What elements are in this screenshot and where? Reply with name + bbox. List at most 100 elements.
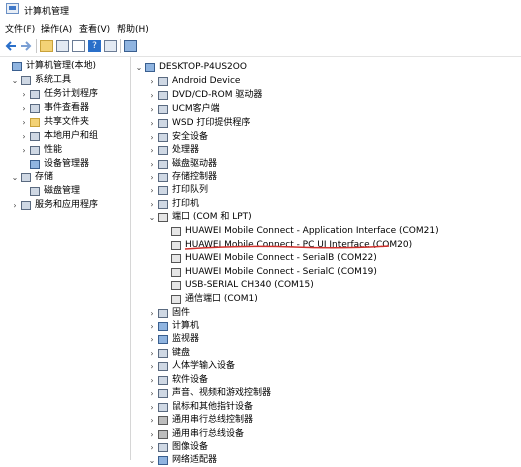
tree-item-label: 处理器 xyxy=(172,145,200,155)
expand-chevron-icon[interactable]: › xyxy=(11,199,19,212)
tree-item-label: 通用串行总线控制器 xyxy=(172,415,254,425)
properties-icon[interactable] xyxy=(72,40,85,52)
show-hide-console-tree-icon[interactable] xyxy=(56,40,69,52)
tools-icon xyxy=(21,76,31,85)
tree-item-label: 通信端口 (COM1) xyxy=(185,294,258,304)
menu-view[interactable]: 查看(V) xyxy=(79,22,110,35)
expand-chevron-icon[interactable]: › xyxy=(148,184,156,197)
device-manager-icon xyxy=(30,160,40,169)
collapse-chevron-icon[interactable]: ⌄ xyxy=(135,61,143,74)
back-arrow-icon[interactable] xyxy=(4,40,17,52)
menu-file[interactable]: 文件(F) xyxy=(5,22,35,35)
up-folder-icon[interactable] xyxy=(40,40,53,52)
expand-chevron-icon[interactable]: › xyxy=(148,89,156,102)
expand-chevron-icon[interactable]: › xyxy=(148,131,156,144)
tree-item-label: 图像设备 xyxy=(172,442,209,452)
expand-chevron-icon[interactable]: › xyxy=(20,116,28,129)
tree-item-label: 任务计划程序 xyxy=(44,89,99,99)
users-icon xyxy=(30,132,40,141)
tree-item-label: 监视器 xyxy=(172,334,200,344)
computer-management-icon xyxy=(6,3,19,14)
forward-arrow-icon[interactable] xyxy=(20,40,33,52)
window-title: 计算机管理 xyxy=(24,7,70,17)
collapse-chevron-icon[interactable]: ⌄ xyxy=(11,74,19,87)
mouse-icon xyxy=(158,403,168,412)
tree-item-label: 存储控制器 xyxy=(172,172,218,182)
collapse-chevron-icon[interactable]: ⌄ xyxy=(148,454,156,467)
tree-item-label: 人体学输入设备 xyxy=(172,361,236,371)
event-viewer-icon xyxy=(30,104,40,113)
collapse-chevron-icon[interactable]: ⌄ xyxy=(11,171,19,184)
tree-item-label: 计算机 xyxy=(172,321,200,331)
expand-chevron-icon[interactable]: › xyxy=(148,428,156,441)
scan-hardware-monitor-icon[interactable] xyxy=(124,40,137,52)
tree-item-label: DESKTOP-P4US2OO xyxy=(159,62,247,72)
firmware-icon xyxy=(158,309,168,318)
expand-chevron-icon[interactable]: › xyxy=(148,307,156,320)
tree-item-label: 事件查看器 xyxy=(44,103,90,113)
storage-icon xyxy=(21,173,31,182)
tree-item-label: 打印机 xyxy=(172,199,200,209)
port-connector-icon xyxy=(171,295,181,304)
performance-icon xyxy=(30,146,40,155)
expand-chevron-icon[interactable]: › xyxy=(148,103,156,116)
disk-icon xyxy=(30,187,40,196)
expand-chevron-icon[interactable]: › xyxy=(148,401,156,414)
menu-help[interactable]: 帮助(H) xyxy=(117,22,149,35)
expand-chevron-icon[interactable]: › xyxy=(148,171,156,184)
help-icon[interactable]: ? xyxy=(88,40,101,52)
console-tree: 计算机管理(本地) ⌄ 系统工具 › 任务计划程序 › 事件查看器 › 共享文件夹 › 本地用户和组… xyxy=(0,57,131,460)
expand-chevron-icon[interactable]: › xyxy=(20,88,28,101)
port-icon xyxy=(158,213,168,222)
tree-item-label: 固件 xyxy=(172,308,191,318)
processor-icon xyxy=(158,146,168,155)
expand-chevron-icon[interactable]: › xyxy=(148,347,156,360)
port-connector-icon xyxy=(171,241,181,250)
red-underline-annotation xyxy=(184,245,390,250)
computer-icon xyxy=(158,322,168,331)
tree-item-label: HUAWEI Mobile Connect - SerialC (COM19) xyxy=(185,267,377,277)
camera-icon xyxy=(158,443,168,452)
tree-item-label: 设备管理器 xyxy=(44,159,90,169)
expand-chevron-icon[interactable]: › xyxy=(148,198,156,211)
expand-chevron-icon[interactable]: › xyxy=(148,158,156,171)
tree-item-label: 服务和应用程序 xyxy=(35,200,99,210)
tree-item-label: 通用串行总线设备 xyxy=(172,429,245,439)
menu-bar: 文件(F) 操作(A) 查看(V) 帮助(H) xyxy=(0,19,521,36)
expand-chevron-icon[interactable]: › xyxy=(148,387,156,400)
tree-item-label: 软件设备 xyxy=(172,375,209,385)
dvd-drive-icon xyxy=(158,91,168,100)
computer-icon xyxy=(145,63,155,72)
clock-icon xyxy=(30,90,40,99)
expand-chevron-icon[interactable]: › xyxy=(148,360,156,373)
tree-item-label: 系统工具 xyxy=(35,75,72,85)
port-connector-icon xyxy=(171,254,181,263)
tree-item-label: 计算机管理(本地) xyxy=(26,61,97,71)
expand-chevron-icon[interactable]: › xyxy=(148,374,156,387)
tree-item-label: 网络适配器 xyxy=(172,455,218,465)
device-manager-tree: ⌄ DESKTOP-P4US2OO › Android Device › DVD/CD-R… xyxy=(131,57,521,465)
ucm-icon xyxy=(158,105,168,114)
expand-chevron-icon[interactable]: › xyxy=(20,102,28,115)
tree-item-label: 性能 xyxy=(44,145,63,155)
expand-chevron-icon[interactable]: › xyxy=(148,117,156,130)
expand-chevron-icon[interactable]: › xyxy=(148,144,156,157)
tree-item-label: UCM客户端 xyxy=(172,104,220,114)
expand-chevron-icon[interactable]: › xyxy=(148,441,156,454)
tree-item-label: 键盘 xyxy=(172,348,191,358)
tree-item-label: DVD/CD-ROM 驱动器 xyxy=(172,90,263,100)
phone-icon xyxy=(158,77,168,86)
expand-chevron-icon[interactable]: › xyxy=(148,75,156,88)
collapse-chevron-icon[interactable]: ⌄ xyxy=(148,211,156,224)
expand-chevron-icon[interactable]: › xyxy=(148,414,156,427)
tree-item-label: 端口 (COM 和 LPT) xyxy=(172,212,252,222)
expand-chevron-icon[interactable]: › xyxy=(20,130,28,143)
print-queue-icon xyxy=(158,186,168,195)
expand-chevron-icon[interactable]: › xyxy=(148,320,156,333)
dialog-icon[interactable] xyxy=(104,40,117,52)
expand-chevron-icon[interactable]: › xyxy=(20,144,28,157)
menu-action[interactable]: 操作(A) xyxy=(41,22,72,35)
toolbar-separator xyxy=(36,39,37,53)
expand-chevron-icon[interactable]: › xyxy=(148,333,156,346)
toolbar-separator xyxy=(120,39,121,53)
